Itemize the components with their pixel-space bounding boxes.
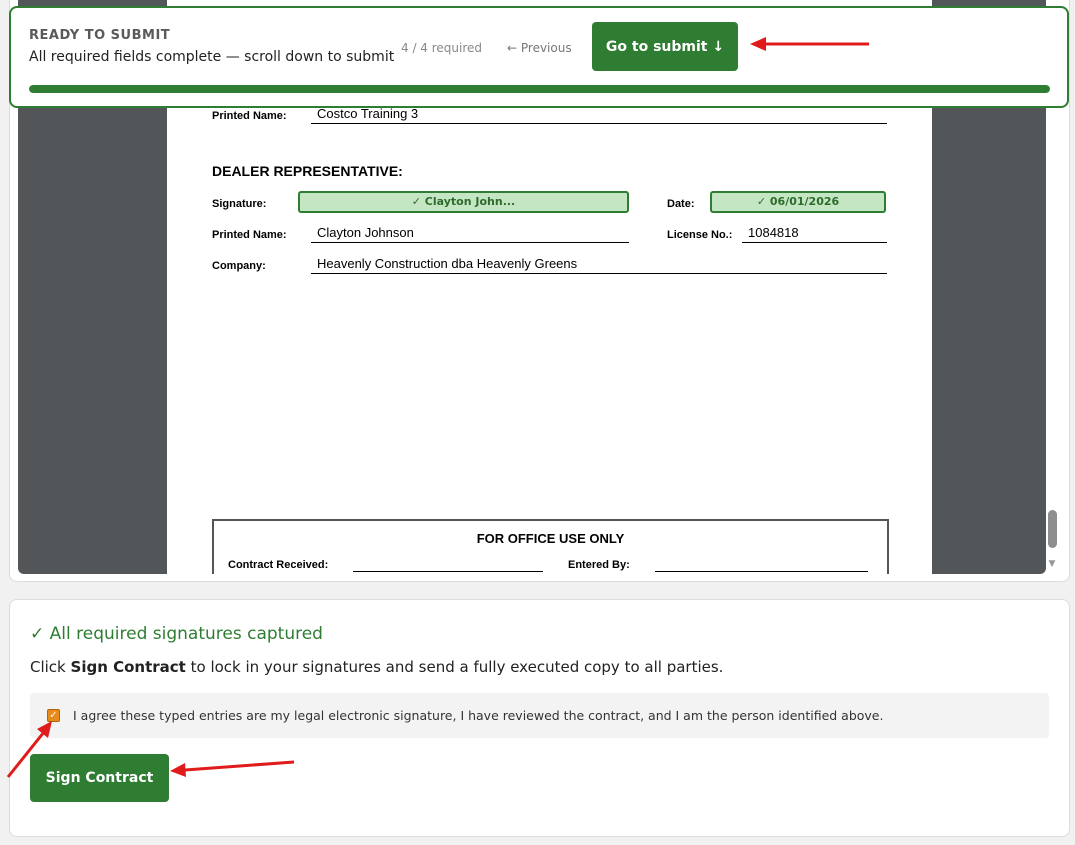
submit-panel: ✓ All required signatures captured Click… xyxy=(9,599,1070,837)
date-label: Date: xyxy=(667,198,695,210)
contract-received-label: Contract Received: xyxy=(228,559,329,571)
agreement-text: I agree these typed entries are my legal… xyxy=(73,708,884,723)
scroll-down-arrow-icon[interactable]: ▼ xyxy=(1046,559,1058,569)
company-label: Company: xyxy=(212,260,266,272)
dealer-printed-name-field[interactable]: Clayton Johnson xyxy=(311,225,629,243)
license-number-field[interactable]: 1084818 xyxy=(742,225,887,243)
printed-name-label: Printed Name: xyxy=(212,229,287,241)
office-use-title: FOR OFFICE USE ONLY xyxy=(476,531,625,546)
agreement-row[interactable]: ✓ I agree these typed entries are my leg… xyxy=(30,693,1049,738)
signature-label: Signature: xyxy=(212,198,267,210)
customer-printed-name-label: Printed Name: xyxy=(212,110,287,122)
instructions-prefix: Click xyxy=(30,658,71,676)
ready-to-submit-banner: READY TO SUBMIT All required fields comp… xyxy=(9,6,1069,108)
customer-printed-name-field[interactable]: Costco Training 3 xyxy=(311,106,887,124)
instructions-suffix: to lock in your signatures and send a fu… xyxy=(185,658,724,676)
dealer-date-field[interactable]: ✓ 06/01/2026 xyxy=(710,191,886,213)
go-to-submit-button[interactable]: Go to submit ↓ xyxy=(592,22,738,71)
office-use-box: FOR OFFICE USE ONLY Contract Received: E… xyxy=(212,519,889,574)
agreement-checkbox[interactable]: ✓ xyxy=(47,709,60,722)
entered-by-line xyxy=(655,571,868,572)
contract-received-line xyxy=(353,571,543,572)
required-count: 4 / 4 required xyxy=(401,41,483,55)
instructions-bold: Sign Contract xyxy=(70,658,186,676)
banner-kicker: READY TO SUBMIT xyxy=(29,28,171,43)
sign-contract-button[interactable]: Sign Contract xyxy=(30,754,169,802)
checkmark-icon: ✓ xyxy=(49,710,58,721)
previous-button[interactable]: ← Previous xyxy=(507,41,572,55)
dealer-signature-field[interactable]: ✓ Clayton John... xyxy=(298,191,629,213)
license-label: License No.: xyxy=(667,229,733,241)
sign-instructions: Click Sign Contract to lock in your sign… xyxy=(30,658,723,676)
company-field[interactable]: Heavenly Construction dba Heavenly Green… xyxy=(311,256,887,274)
banner-message: All required fields complete — scroll do… xyxy=(29,49,395,65)
progress-bar-fill xyxy=(29,85,1050,93)
entered-by-label: Entered By: xyxy=(568,559,630,571)
viewer-scrollbar-thumb[interactable] xyxy=(1048,510,1057,548)
signatures-captured-message: ✓ All required signatures captured xyxy=(30,624,323,644)
dealer-representative-heading: DEALER REPRESENTATIVE: xyxy=(212,163,403,179)
progress-bar xyxy=(29,85,1050,93)
